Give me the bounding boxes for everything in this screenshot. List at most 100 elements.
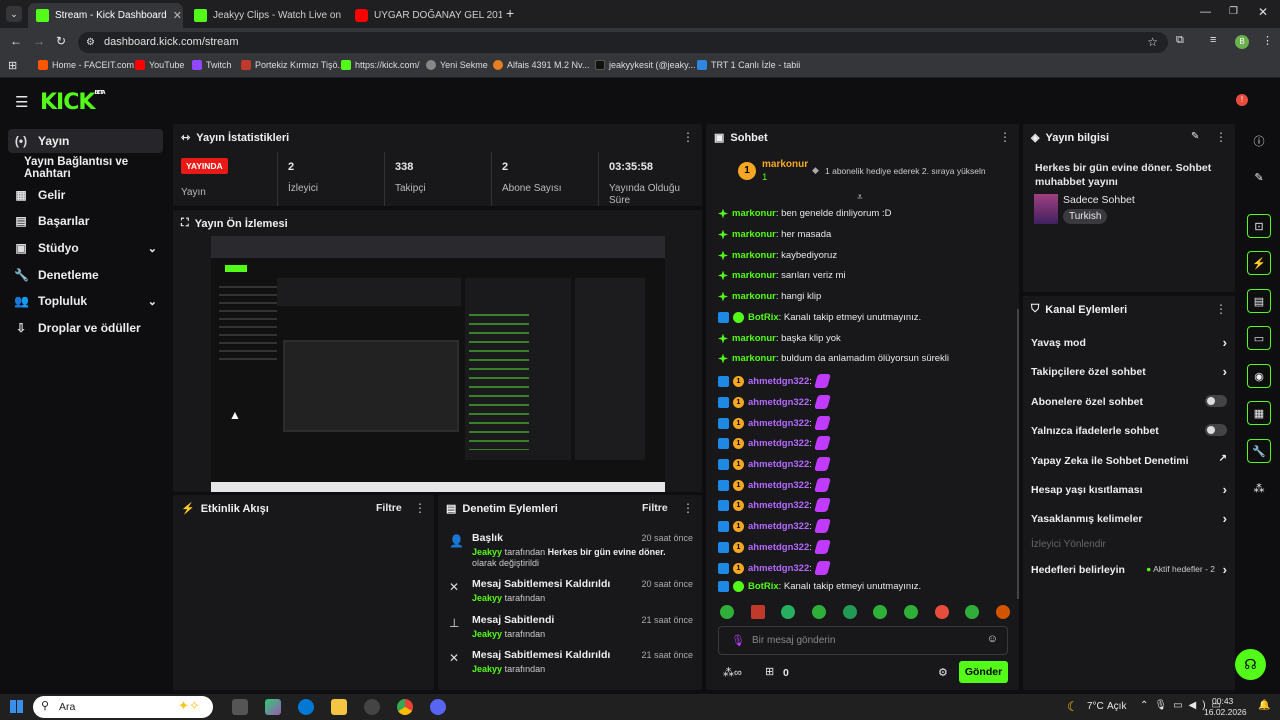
tag-chip[interactable]: Turkish bbox=[1063, 209, 1108, 224]
sidebar-item-achievements[interactable]: ▤ Başarılar bbox=[8, 209, 163, 233]
bookmark-new-tab[interactable]: Yeni Sekme bbox=[426, 60, 488, 70]
chat-username[interactable]: markonur bbox=[732, 333, 776, 344]
tab-list-button[interactable]: ⌄ bbox=[6, 6, 22, 22]
emote-icon[interactable] bbox=[750, 605, 765, 619]
more-options-icon[interactable]: ⋮ bbox=[999, 130, 1011, 144]
emote-icon[interactable] bbox=[903, 605, 918, 619]
chat-username[interactable]: BotRix bbox=[748, 312, 779, 323]
bookmark-alfais[interactable]: Alfais 4391 M.2 Nv... bbox=[493, 60, 589, 70]
bookmark-star-icon[interactable]: ☆ bbox=[1147, 32, 1158, 53]
browser-menu-icon[interactable]: ⋮ bbox=[1262, 34, 1273, 47]
send-button[interactable]: Gönder bbox=[959, 661, 1008, 683]
sidebar-item-stream[interactable]: (•) Yayın bbox=[8, 129, 163, 153]
chat-username[interactable]: BotRix bbox=[748, 581, 779, 592]
forward-icon[interactable]: → bbox=[33, 34, 45, 48]
tab-search-icon[interactable]: ≡ bbox=[1210, 34, 1216, 46]
chat-username[interactable]: markonur bbox=[732, 353, 776, 364]
chat-username[interactable]: markonur bbox=[732, 291, 776, 302]
chat-username[interactable]: markonur bbox=[732, 270, 776, 281]
chat-username[interactable]: ahmetdgn322 bbox=[748, 459, 809, 470]
layout-icon[interactable]: ▦ bbox=[1247, 401, 1271, 425]
chat-settings-icon[interactable]: ⚙ bbox=[938, 666, 948, 679]
reload-icon[interactable]: ↻ bbox=[56, 34, 66, 48]
bookmark-youtube[interactable]: YouTube bbox=[135, 60, 184, 70]
emote-icon[interactable] bbox=[781, 605, 796, 619]
chat-input[interactable]: 🎙 Bir mesaj gönderin ☺ bbox=[718, 626, 1008, 655]
emote-icon[interactable] bbox=[873, 605, 888, 619]
close-icon[interactable]: ✕ bbox=[173, 9, 182, 22]
activity-filter-button[interactable]: Filtre bbox=[376, 502, 402, 514]
edit-icon[interactable]: ✎ bbox=[1191, 131, 1199, 142]
sidebar-item-studio[interactable]: ▣ Stüdyo ⌄ bbox=[8, 236, 163, 260]
taskbar-search[interactable]: ⚲ Ara ✦✧ bbox=[33, 696, 213, 718]
emote-icon[interactable] bbox=[842, 605, 857, 619]
channel-action-followers-only[interactable]: Takipçilere özel sohbet › bbox=[1031, 364, 1227, 379]
app-icon[interactable] bbox=[364, 699, 380, 715]
maximize-button[interactable]: ❐ bbox=[1229, 6, 1238, 17]
chat-username[interactable]: markonur bbox=[732, 250, 776, 261]
subscribers-only-toggle[interactable] bbox=[1205, 395, 1227, 407]
new-tab-button[interactable]: + bbox=[506, 5, 514, 21]
wrench-icon[interactable]: 🔧 bbox=[1247, 439, 1271, 463]
emote-icon[interactable] bbox=[720, 605, 734, 619]
more-options-icon[interactable]: ⋮ bbox=[414, 501, 426, 515]
chat-username[interactable]: ahmetdgn322 bbox=[748, 480, 809, 491]
tab-jeakyy-clips[interactable]: Jeakyy Clips - Watch Live on Kic ✕ bbox=[186, 3, 344, 28]
more-options-icon[interactable]: ⋮ bbox=[1215, 130, 1227, 144]
sidebar-item-stream-key[interactable]: Yayın Bağlantısı ve Anahtarı bbox=[18, 156, 173, 180]
emote-icon[interactable] bbox=[995, 605, 1010, 619]
channel-action-goals[interactable]: Hedefleri belirleyin ● Aktif hedefler - 2… bbox=[1031, 562, 1227, 577]
windows-start-icon[interactable] bbox=[10, 700, 23, 713]
sidebar-item-drops[interactable]: ⇩ Droplar ve ödüller bbox=[8, 316, 163, 340]
bookmark-tiktok[interactable]: jeakyykesit (@jeaky... bbox=[595, 60, 696, 70]
emote-icon[interactable] bbox=[965, 605, 980, 619]
hamburger-menu-icon[interactable]: ☰ bbox=[15, 93, 28, 111]
sidebar-item-community[interactable]: 👥 Topluluk ⌄ bbox=[8, 289, 163, 313]
clip-icon[interactable]: ⊡ bbox=[1247, 214, 1271, 238]
discord-icon[interactable] bbox=[430, 699, 446, 715]
chat-username[interactable]: ahmetdgn322 bbox=[748, 438, 809, 449]
chrome-icon[interactable] bbox=[397, 699, 413, 715]
channel-action-slow-mode[interactable]: Yavaş mod › bbox=[1031, 335, 1227, 350]
bookmark-trt[interactable]: TRT 1 Canlı İzle - tabii bbox=[697, 60, 800, 70]
tab-youtube[interactable]: UYGAR DOĞANAY GEL 201 ◀) ✕ bbox=[347, 3, 502, 28]
emote-icon[interactable] bbox=[934, 605, 949, 619]
note-icon[interactable]: ▤ bbox=[1247, 289, 1271, 313]
explorer-icon[interactable] bbox=[331, 699, 347, 715]
chat-username[interactable]: ahmetdgn322 bbox=[748, 376, 809, 387]
chat-username[interactable]: ahmetdgn322 bbox=[748, 500, 809, 511]
collapse-icon[interactable]: ⩡ bbox=[857, 192, 863, 203]
pinned-gift-banner[interactable]: 1 markonur 1 ◆ 1 abonelik hediye ederek … bbox=[738, 158, 998, 188]
bookmark-portekiz[interactable]: Portekiz Kırmızı Tişö... bbox=[241, 60, 345, 70]
mod-filter-button[interactable]: Filtre bbox=[642, 502, 668, 514]
edge-icon[interactable] bbox=[298, 699, 314, 715]
chat-username[interactable]: markonur bbox=[732, 229, 776, 240]
channel-action-account-age[interactable]: Hesap yaşı kısıtlaması › bbox=[1031, 482, 1227, 497]
pencil-icon[interactable]: ✎ bbox=[1247, 165, 1271, 189]
bookmark-twitch[interactable]: Twitch bbox=[192, 60, 232, 70]
broadcast-icon[interactable]: ◉ bbox=[1247, 364, 1271, 388]
bookmark-kick[interactable]: https://kick.com/ bbox=[341, 60, 420, 70]
tab-kick-dashboard[interactable]: Stream - Kick Dashboard ✕ bbox=[28, 3, 183, 28]
group-icon[interactable]: ⁂ bbox=[1247, 476, 1271, 500]
chat-bubble-icon[interactable]: ▭ bbox=[1247, 326, 1271, 350]
kick-logo[interactable]: KICKBETA bbox=[40, 90, 106, 115]
category-name[interactable]: Sadece Sohbet bbox=[1063, 194, 1135, 206]
gift-box-icon[interactable]: ⊞ bbox=[765, 665, 774, 678]
chat-username[interactable]: ahmetdgn322 bbox=[748, 563, 809, 574]
copilot-icon[interactable] bbox=[265, 699, 281, 715]
channel-action-banned-words[interactable]: Yasaklanmış kelimeler › bbox=[1031, 511, 1227, 526]
lightning-icon[interactable]: ⚡ bbox=[1247, 251, 1271, 275]
more-options-icon[interactable]: ⋮ bbox=[682, 501, 694, 515]
info-icon[interactable]: ⓘ bbox=[1247, 129, 1271, 153]
site-info-icon[interactable]: ⚙ bbox=[86, 32, 95, 53]
chat-username[interactable]: ahmetdgn322 bbox=[748, 542, 809, 553]
stream-preview-video[interactable]: ▲ bbox=[211, 236, 665, 492]
notification-icon[interactable]: ! bbox=[1236, 94, 1248, 106]
minimize-button[interactable]: — bbox=[1200, 6, 1211, 18]
chat-username[interactable]: ahmetdgn322 bbox=[748, 418, 809, 429]
task-view-icon[interactable] bbox=[232, 699, 248, 715]
chat-username[interactable]: ahmetdgn322 bbox=[748, 397, 809, 408]
sidebar-item-revenue[interactable]: ▦ Gelir bbox=[8, 183, 163, 207]
channel-action-ai-moderation[interactable]: Yapay Zeka ile Sohbet Denetimi ↗ bbox=[1031, 453, 1227, 467]
